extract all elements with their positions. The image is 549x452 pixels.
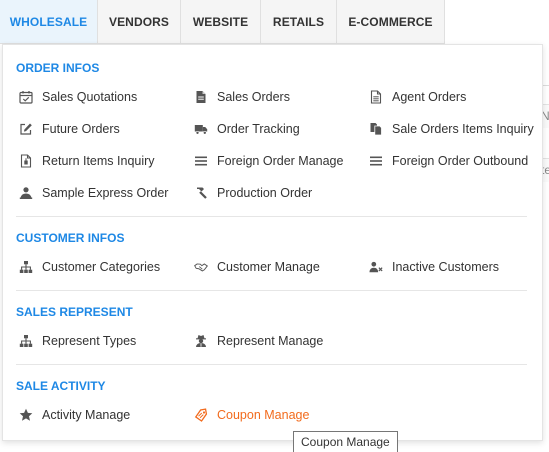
section-divider xyxy=(16,290,527,291)
menu-item-label: Order Tracking xyxy=(217,122,300,136)
menu-item-label: Sales Quotations xyxy=(42,90,138,104)
menu-item-label: Foreign Order Outbound xyxy=(392,154,529,168)
top-navigation: WHOLESALE VENDORS WEBSITE RETAILS E-COMM… xyxy=(0,0,445,44)
menu-item-agent-orders[interactable]: Agent Orders xyxy=(369,88,466,106)
menu-item-label: Future Orders xyxy=(42,122,120,136)
menu-item-label: Inactive Customers xyxy=(392,260,499,274)
user-secret-icon xyxy=(194,334,208,348)
truck-icon xyxy=(194,122,208,136)
file-return-icon xyxy=(19,154,33,168)
sitemap-icon xyxy=(19,260,33,274)
menu-item-label: Foreign Order Manage xyxy=(217,154,344,168)
hammer-icon xyxy=(194,186,208,200)
menu-item-sales-quotations[interactable]: Sales Quotations xyxy=(19,88,137,106)
menu-item-label: Coupon Manage xyxy=(217,408,310,422)
menu-item-label: Represent Types xyxy=(42,334,137,348)
menu-item-foreign-order-outbound[interactable]: Foreign Order Outbound xyxy=(369,152,528,170)
tab-retails[interactable]: RETAILS xyxy=(261,0,337,43)
file-icon xyxy=(194,90,208,104)
menu-item-represent-manage[interactable]: Represent Manage xyxy=(194,332,323,350)
menu-item-sample-express-order[interactable]: Sample Express Order xyxy=(19,184,168,202)
sitemap-icon xyxy=(19,334,33,348)
file-lines-icon xyxy=(369,90,383,104)
section-title-customer-infos: CUSTOMER INFOS xyxy=(16,231,125,245)
section-divider xyxy=(16,216,527,217)
section-title-sales-represent: SALES REPRESENT xyxy=(16,305,133,319)
menu-item-represent-types[interactable]: Represent Types xyxy=(19,332,136,350)
menu-item-foreign-order-manage[interactable]: Foreign Order Manage xyxy=(194,152,343,170)
menu-item-coupon-manage[interactable]: Coupon Manage xyxy=(194,406,309,424)
menu-item-label: Customer Manage xyxy=(217,260,320,274)
tab-website[interactable]: WEBSITE xyxy=(181,0,261,43)
menu-item-label: Sample Express Order xyxy=(42,186,169,200)
menu-item-label: Sale Orders Items Inquiry xyxy=(392,122,534,136)
section-title-sale-activity: SALE ACTIVITY xyxy=(16,379,106,393)
calendar-check-icon xyxy=(19,90,33,104)
menu-item-customer-categories[interactable]: Customer Categories xyxy=(19,258,160,276)
menu-item-label: Customer Categories xyxy=(42,260,161,274)
tab-e-commerce[interactable]: E-COMMERCE xyxy=(337,0,445,43)
user-times-icon xyxy=(369,260,383,274)
list-icon xyxy=(194,154,208,168)
edit-icon xyxy=(19,122,33,136)
list-icon xyxy=(369,154,383,168)
menu-item-label: Represent Manage xyxy=(217,334,324,348)
menu-item-label: Return Items Inquiry xyxy=(42,154,155,168)
menu-item-customer-manage[interactable]: Customer Manage xyxy=(194,258,320,276)
tooltip: Coupon Manage xyxy=(293,431,398,452)
tab-wholesale[interactable]: WHOLESALE xyxy=(0,0,98,43)
menu-item-label: Agent Orders xyxy=(392,90,467,104)
copy-icon xyxy=(369,122,383,136)
menu-item-label: Activity Manage xyxy=(42,408,131,422)
person-icon xyxy=(19,186,33,200)
menu-item-label: Production Order xyxy=(217,186,313,200)
menu-item-return-items-inquiry[interactable]: Return Items Inquiry xyxy=(19,152,155,170)
menu-item-sale-orders-items-inquiry[interactable]: Sale Orders Items Inquiry xyxy=(369,120,534,138)
star-icon xyxy=(19,408,33,422)
tag-icon xyxy=(194,408,208,422)
tab-vendors[interactable]: VENDORS xyxy=(98,0,181,43)
section-divider xyxy=(16,364,527,365)
wholesale-dropdown-menu: ORDER INFOS Sales Quotations Sales Order… xyxy=(2,44,543,441)
menu-item-production-order[interactable]: Production Order xyxy=(194,184,312,202)
menu-item-inactive-customers[interactable]: Inactive Customers xyxy=(369,258,499,276)
menu-item-order-tracking[interactable]: Order Tracking xyxy=(194,120,300,138)
handshake-icon xyxy=(194,260,208,274)
menu-item-future-orders[interactable]: Future Orders xyxy=(19,120,120,138)
menu-item-sales-orders[interactable]: Sales Orders xyxy=(194,88,290,106)
section-title-order-infos: ORDER INFOS xyxy=(16,61,100,75)
menu-item-label: Sales Orders xyxy=(217,90,290,104)
menu-item-activity-manage[interactable]: Activity Manage xyxy=(19,406,130,424)
